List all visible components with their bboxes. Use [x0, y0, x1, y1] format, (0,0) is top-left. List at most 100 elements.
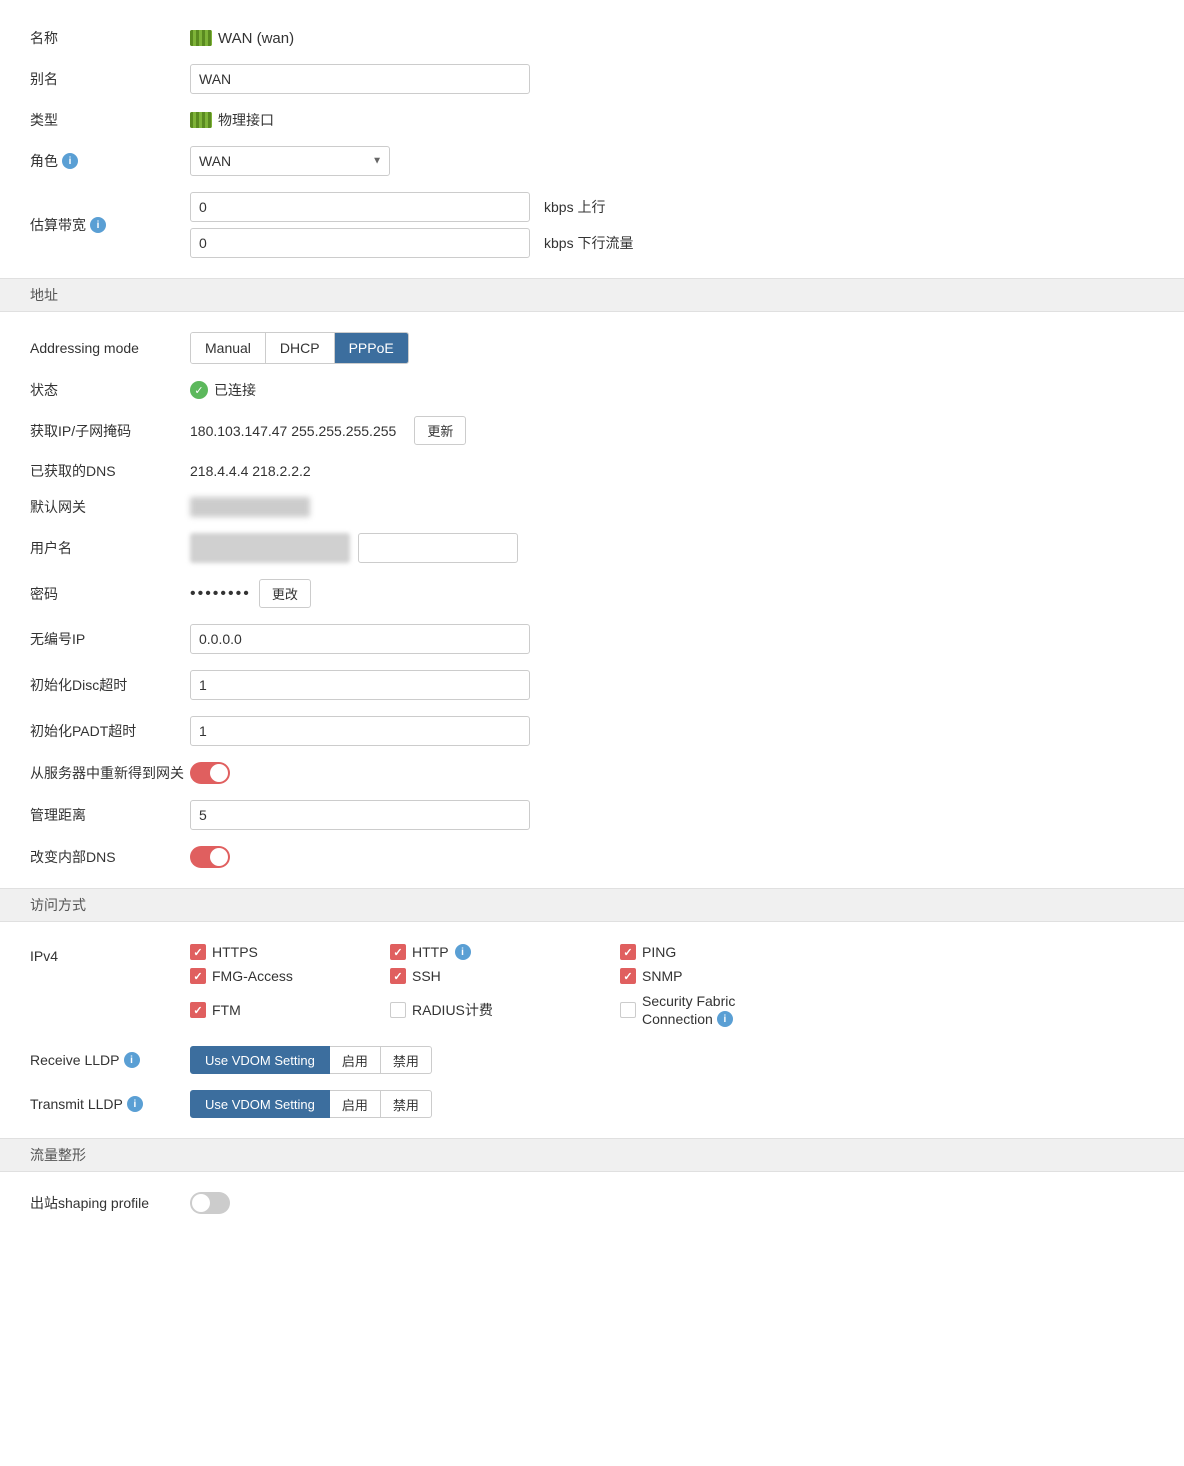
username-input2[interactable] [358, 533, 518, 563]
change-dns-toggle[interactable] [190, 846, 230, 868]
transmit-lldp-info-icon[interactable]: i [127, 1096, 143, 1112]
ssh-checkbox[interactable] [390, 968, 406, 984]
radius-checkbox[interactable] [390, 1002, 406, 1018]
receive-lldp-enable-btn[interactable]: 启用 [330, 1046, 381, 1074]
mode-dhcp-btn[interactable]: DHCP [266, 333, 335, 363]
unnumbered-ip-input[interactable] [190, 624, 530, 654]
fmg-checkbox-item[interactable]: FMG-Access [190, 968, 390, 984]
snmp-label: SNMP [642, 968, 682, 984]
disc-timeout-value[interactable] [190, 670, 1154, 700]
ping-checkbox[interactable] [620, 944, 636, 960]
snmp-checkbox[interactable] [620, 968, 636, 984]
interface-name-text: WAN (wan) [218, 30, 294, 47]
username-value[interactable] [190, 533, 1154, 563]
password-row: 密码 •••••••• 更改 [30, 571, 1154, 616]
alias-row: 别名 [30, 56, 1154, 102]
https-checkbox-item[interactable]: HTTPS [190, 944, 390, 960]
transmit-lldp-disable-btn[interactable]: 禁用 [381, 1090, 432, 1118]
admin-distance-row: 管理距离 [30, 792, 1154, 838]
ssh-checkbox-item[interactable]: SSH [390, 968, 620, 984]
padt-timeout-row: 初始化PADT超时 [30, 708, 1154, 754]
unnumbered-ip-value[interactable] [190, 624, 1154, 654]
outbound-shaping-value[interactable] [190, 1192, 1154, 1214]
retrieve-gateway-value[interactable] [190, 762, 1154, 784]
ip-subnet-value: 180.103.147.47 255.255.255.255 更新 [190, 416, 1154, 445]
ip-text: 180.103.147.47 255.255.255.255 [190, 423, 396, 439]
https-label: HTTPS [212, 944, 258, 960]
ip-subnet-label: 获取IP/子网掩码 [30, 421, 190, 441]
gateway-label: 默认网关 [30, 497, 190, 517]
password-label: 密码 [30, 584, 190, 604]
https-checkbox[interactable] [190, 944, 206, 960]
role-info-icon[interactable]: i [62, 153, 78, 169]
addr-mode-group[interactable]: Manual DHCP PPPoE [190, 332, 409, 364]
alias-value[interactable] [190, 64, 1154, 94]
admin-distance-label: 管理距离 [30, 805, 190, 825]
status-value: ✓ 已连接 [190, 380, 1154, 400]
security-fabric-checkbox-item[interactable]: Security Fabric Connection i [620, 992, 820, 1028]
disc-timeout-label: 初始化Disc超时 [30, 675, 190, 695]
role-select[interactable]: WAN LAN DMZ [190, 146, 390, 176]
addressing-mode-label: Addressing mode [30, 340, 190, 356]
username-blur [190, 533, 350, 563]
addressing-mode-value[interactable]: Manual DHCP PPPoE [190, 332, 1154, 364]
ipv4-label: IPv4 [30, 944, 190, 964]
outbound-shaping-toggle[interactable] [190, 1192, 230, 1214]
address-section-header: 地址 [0, 278, 1184, 312]
role-row: 角色 i WAN LAN DMZ [30, 138, 1154, 184]
admin-distance-input[interactable] [190, 800, 530, 830]
status-label: 状态 [30, 380, 190, 400]
padt-timeout-label: 初始化PADT超时 [30, 721, 190, 741]
security-fabric-checkbox[interactable] [620, 1002, 636, 1018]
outbound-shaping-label: 出站shaping profile [30, 1193, 190, 1213]
receive-lldp-disable-btn[interactable]: 禁用 [381, 1046, 432, 1074]
http-checkbox-item[interactable]: HTTP i [390, 944, 620, 960]
status-row: 状态 ✓ 已连接 [30, 372, 1154, 408]
disc-timeout-input[interactable] [190, 670, 530, 700]
mode-pppoe-btn[interactable]: PPPoE [335, 333, 408, 363]
alias-input[interactable] [190, 64, 530, 94]
gateway-value [190, 497, 1154, 517]
mode-manual-btn[interactable]: Manual [191, 333, 266, 363]
bandwidth-upstream-input[interactable] [190, 192, 530, 222]
update-ip-btn[interactable]: 更新 [414, 416, 466, 445]
password-dots: •••••••• [190, 585, 251, 603]
access-section-header: 访问方式 [0, 888, 1184, 922]
http-info-icon[interactable]: i [455, 944, 471, 960]
gateway-blur [190, 497, 310, 517]
role-value[interactable]: WAN LAN DMZ [190, 146, 1154, 176]
receive-lldp-buttons[interactable]: Use VDOM Setting 启用 禁用 [190, 1046, 432, 1074]
http-checkbox[interactable] [390, 944, 406, 960]
admin-distance-value[interactable] [190, 800, 1154, 830]
ftm-checkbox[interactable] [190, 1002, 206, 1018]
transmit-lldp-vdom-btn[interactable]: Use VDOM Setting [190, 1090, 330, 1118]
security-fabric-info-icon[interactable]: i [717, 1011, 733, 1027]
transmit-lldp-buttons[interactable]: Use VDOM Setting 启用 禁用 [190, 1090, 432, 1118]
type-value: 物理接口 [190, 110, 1154, 130]
retrieve-gateway-toggle[interactable] [190, 762, 230, 784]
radius-checkbox-item[interactable]: RADIUS计费 [390, 992, 620, 1028]
padt-timeout-value[interactable] [190, 716, 1154, 746]
username-label: 用户名 [30, 538, 190, 558]
security-fabric-label-line2: Connection i [642, 1010, 735, 1028]
dns-row: 已获取的DNS 218.4.4.4 218.2.2.2 [30, 453, 1154, 489]
ping-checkbox-item[interactable]: PING [620, 944, 820, 960]
security-fabric-label-line1: Security Fabric [642, 992, 735, 1010]
fmg-checkbox[interactable] [190, 968, 206, 984]
transmit-lldp-enable-btn[interactable]: 启用 [330, 1090, 381, 1118]
padt-timeout-input[interactable] [190, 716, 530, 746]
bandwidth-info-icon[interactable]: i [90, 217, 106, 233]
change-dns-row: 改变内部DNS [30, 838, 1154, 876]
receive-lldp-info-icon[interactable]: i [124, 1052, 140, 1068]
kbps-upstream-label: kbps 上行 [544, 197, 605, 217]
http-label: HTTP [412, 944, 449, 960]
ftm-checkbox-item[interactable]: FTM [190, 992, 390, 1028]
password-value[interactable]: •••••••• 更改 [190, 579, 1154, 608]
bandwidth-downstream-input[interactable] [190, 228, 530, 258]
change-dns-value[interactable] [190, 846, 1154, 868]
snmp-checkbox-item[interactable]: SNMP [620, 968, 820, 984]
receive-lldp-vdom-btn[interactable]: Use VDOM Setting [190, 1046, 330, 1074]
dns-value: 218.4.4.4 218.2.2.2 [190, 463, 1154, 479]
status-text: 已连接 [214, 380, 256, 400]
change-password-btn[interactable]: 更改 [259, 579, 311, 608]
